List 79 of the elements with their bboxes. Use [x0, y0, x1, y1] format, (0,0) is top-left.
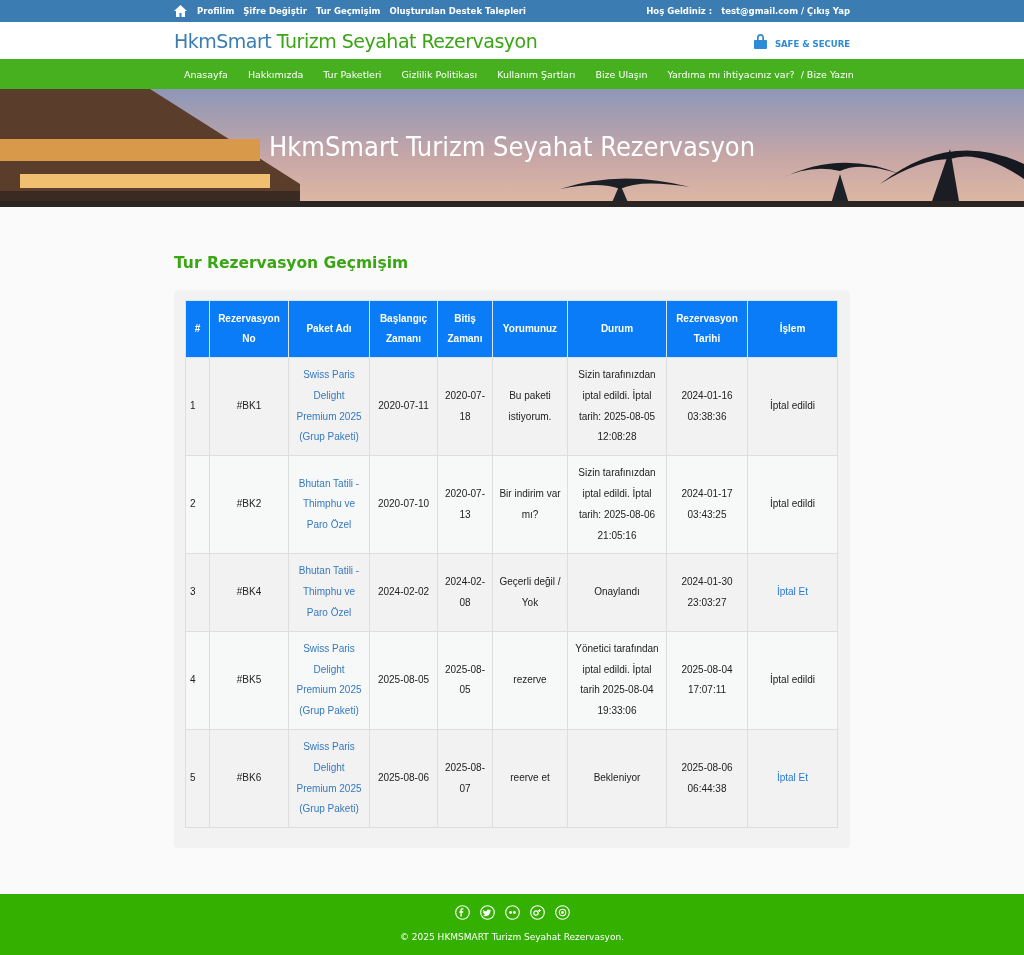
table-cell: 2024-01-16 03:38:36	[666, 357, 748, 456]
table-cell: 2020-07-10	[369, 455, 438, 554]
copyright-text: © 2025 HKMSMART Turizm Seyahat Rezervasyon.	[400, 932, 624, 943]
table-cell: 4	[185, 631, 210, 730]
table-cell: Bu paketi istiyorum.	[492, 357, 568, 456]
lock-icon	[753, 32, 767, 49]
column-header: Durum	[567, 300, 667, 358]
table-cell: Bir indirim var mı?	[492, 455, 568, 554]
nav-link[interactable]: Tur Paketleri	[313, 68, 392, 80]
table-cell: Geçerli değil / Yok	[492, 553, 568, 632]
top-link[interactable]: Profilim	[197, 6, 235, 16]
table-cell: 2024-01-17 03:43:25	[666, 455, 748, 554]
welcome-label: Hoş Geldiniz :	[646, 6, 713, 16]
table-cell: #BK1	[209, 357, 289, 456]
site-logo[interactable]: HkmSmart Turizm Seyahat Rezervasyon	[174, 29, 538, 52]
column-header: İşlem	[747, 300, 838, 358]
table-cell: 5	[185, 729, 210, 828]
table-cell: 2	[185, 455, 210, 554]
table-cell: #BK6	[209, 729, 289, 828]
table-cell: Yönetici tarafından iptal edildi. İptal tarih 2025-08-04 19:33:06	[567, 631, 667, 730]
nav-link[interactable]: Gizlilik Politikası	[391, 68, 488, 80]
package-link[interactable]: Swiss Paris Delight Premium 2025 (Grup Paketi)	[288, 631, 370, 730]
top-link[interactable]: Tur Geçmişim	[315, 6, 381, 16]
home-icon[interactable]	[174, 5, 187, 17]
package-link[interactable]: Swiss Paris Delight Premium 2025 (Grup Paketi)	[288, 357, 370, 456]
table-cell: 2025-08-06	[369, 729, 438, 828]
table-cell: 2025-08-05	[369, 631, 438, 730]
table-cell: reerve et	[492, 729, 568, 828]
nav-link[interactable]: Hakkımızda	[237, 68, 314, 80]
column-header: #	[185, 300, 210, 358]
cancel-link[interactable]: İptal Et	[776, 586, 809, 598]
table-cell: Onaylandı	[567, 553, 667, 632]
table-cell: Bekleniyor	[567, 729, 667, 828]
table-cell: #BK4	[209, 553, 289, 632]
status-text: İptal edildi	[770, 498, 815, 510]
table-cell: 1	[185, 357, 210, 456]
package-link[interactable]: Bhutan Tatili - Thimphu ve Paro Özel	[288, 553, 370, 632]
package-link[interactable]: Swiss Paris Delight Premium 2025 (Grup Paketi)	[288, 729, 370, 828]
column-header: Rezervasyon Tarihi	[666, 300, 748, 358]
table-cell: 2025-08-04 17:07:11	[666, 631, 748, 730]
nav-link[interactable]: Bize Ulaşın	[585, 68, 658, 80]
nav-link[interactable]: Anasayfa	[174, 68, 238, 80]
column-header: Bitiş Zamanı	[437, 300, 493, 358]
table-cell: 2020-07-11	[369, 357, 438, 456]
column-header: Başlangıç Zamanı	[369, 300, 438, 358]
circle-f-icon[interactable]	[454, 905, 470, 921]
bird-icon[interactable]	[479, 905, 495, 921]
table-cell: 2025-08-06 06:44:38	[666, 729, 748, 828]
cancel-link[interactable]: İptal Et	[776, 772, 809, 784]
table-cell: #BK2	[209, 455, 289, 554]
status-text: İptal edildi	[770, 400, 815, 412]
table-cell: 2020-07-13	[437, 455, 493, 554]
table-cell: 2025-08-07	[437, 729, 493, 828]
secure-label: SAFE & SECURE	[774, 38, 850, 49]
g-plus-icon[interactable]	[529, 905, 545, 921]
table-cell: 3	[185, 553, 210, 632]
column-header: Rezervasyon No	[209, 300, 289, 358]
target-icon[interactable]	[554, 905, 570, 921]
section-title: Tur Rezervasyon Geçmişim	[174, 254, 410, 272]
table-cell: 2024-02-02	[369, 553, 438, 632]
table-cell: rezerve	[492, 631, 568, 730]
top-link[interactable]: Oluşturulan Destek Talepleri	[389, 6, 526, 16]
table-cell: 2024-01-30 23:03:27	[666, 553, 748, 632]
table-cell: 2025-08-05	[437, 631, 493, 730]
table-cell: 2024-02-08	[437, 553, 493, 632]
table-cell: Sizin tarafınızdan iptal edildi. İptal tarih: 2025-08-06 21:05:16	[567, 455, 667, 554]
top-link[interactable]: Şifre Değiştir	[243, 6, 307, 16]
status-text: İptal edildi	[770, 673, 815, 685]
package-link[interactable]: Bhutan Tatili - Thimphu ve Paro Özel	[288, 455, 370, 554]
account-link[interactable]: test@gmail.com / Çıkış Yap	[721, 6, 850, 16]
nav-link[interactable]: Yardıma mı ihtiyacınız var? / Bize Yazın	[657, 68, 864, 80]
nav-link[interactable]: Kullanım Şartları	[487, 68, 586, 80]
table-cell: #BK5	[209, 631, 289, 730]
column-header: Yorumunuz	[492, 300, 568, 358]
table-cell: 2020-07-18	[437, 357, 493, 456]
column-header: Paket Adı	[288, 300, 370, 358]
two-dots-icon[interactable]	[504, 905, 520, 921]
hero-title: HkmSmart Turizm Seyahat Rezervasyon	[267, 131, 757, 162]
table-cell: Sizin tarafınızdan iptal edildi. İptal tarih: 2025-08-05 12:08:28	[567, 357, 667, 456]
